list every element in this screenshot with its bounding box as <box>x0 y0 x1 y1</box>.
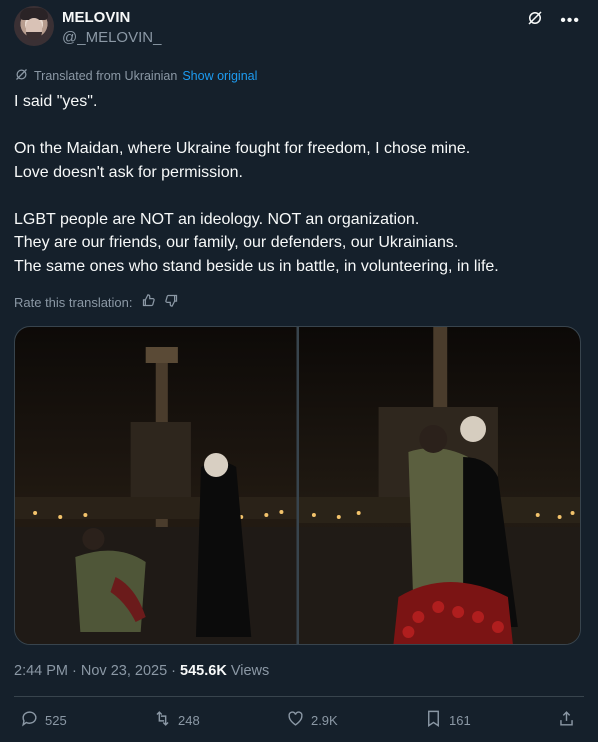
rate-label: Rate this translation: <box>14 294 133 310</box>
post-time[interactable]: 2:44 PM <box>14 663 68 679</box>
avatar[interactable] <box>14 6 54 46</box>
author-name[interactable]: MELOVIN <box>62 9 130 26</box>
reply-button[interactable]: 525 <box>20 709 67 731</box>
like-count: 2.9K <box>310 712 338 728</box>
media-grid <box>14 326 581 645</box>
divider <box>14 696 584 697</box>
post-text: I said "yes". On the Maidan, where Ukrai… <box>14 90 584 278</box>
rate-translation: Rate this translation: <box>14 293 179 311</box>
thumbs-up-icon[interactable] <box>141 293 156 311</box>
meta-separator: · <box>167 663 181 679</box>
like-button[interactable]: 2.9K <box>286 709 338 731</box>
repost-icon <box>153 709 172 731</box>
translation-notice: Translated from Ukrainian Show original <box>14 67 257 85</box>
translate-icon <box>14 67 29 85</box>
action-bar: 525 248 2.9K 161 <box>20 709 576 731</box>
author-handle[interactable]: @_MELOVIN_ <box>62 29 161 46</box>
share-button[interactable] <box>557 709 576 731</box>
bookmark-button[interactable]: 161 <box>424 709 471 731</box>
grok-icon[interactable] <box>526 9 544 32</box>
post-paragraph: LGBT people are NOT an ideology. NOT an … <box>14 210 499 275</box>
post-paragraph: I said "yes". <box>14 93 98 110</box>
views-label: Views <box>226 663 270 679</box>
photo-proposal[interactable] <box>15 327 297 644</box>
photo-kiss[interactable] <box>298 327 580 644</box>
meta-separator: · <box>68 663 81 679</box>
reply-icon <box>20 709 39 731</box>
repost-count: 248 <box>177 712 200 728</box>
share-icon <box>557 709 576 731</box>
show-original-link[interactable]: Show original <box>182 69 257 83</box>
like-icon <box>286 709 305 731</box>
more-icon[interactable]: ••• <box>560 12 580 30</box>
bookmark-count: 161 <box>449 712 471 728</box>
repost-button[interactable]: 248 <box>153 709 200 731</box>
post-date[interactable]: Nov 23, 2025 <box>81 663 167 679</box>
views-count: 545.6K <box>180 663 227 679</box>
translation-note: Translated from Ukrainian <box>34 69 178 83</box>
bookmark-icon <box>424 709 443 731</box>
reply-count: 525 <box>45 712 67 728</box>
thumbs-down-icon[interactable] <box>164 293 179 311</box>
post-meta: 2:44 PM · Nov 23, 2025 · 545.6K Views <box>14 663 269 679</box>
post-paragraph: On the Maidan, where Ukraine fought for … <box>14 140 471 181</box>
